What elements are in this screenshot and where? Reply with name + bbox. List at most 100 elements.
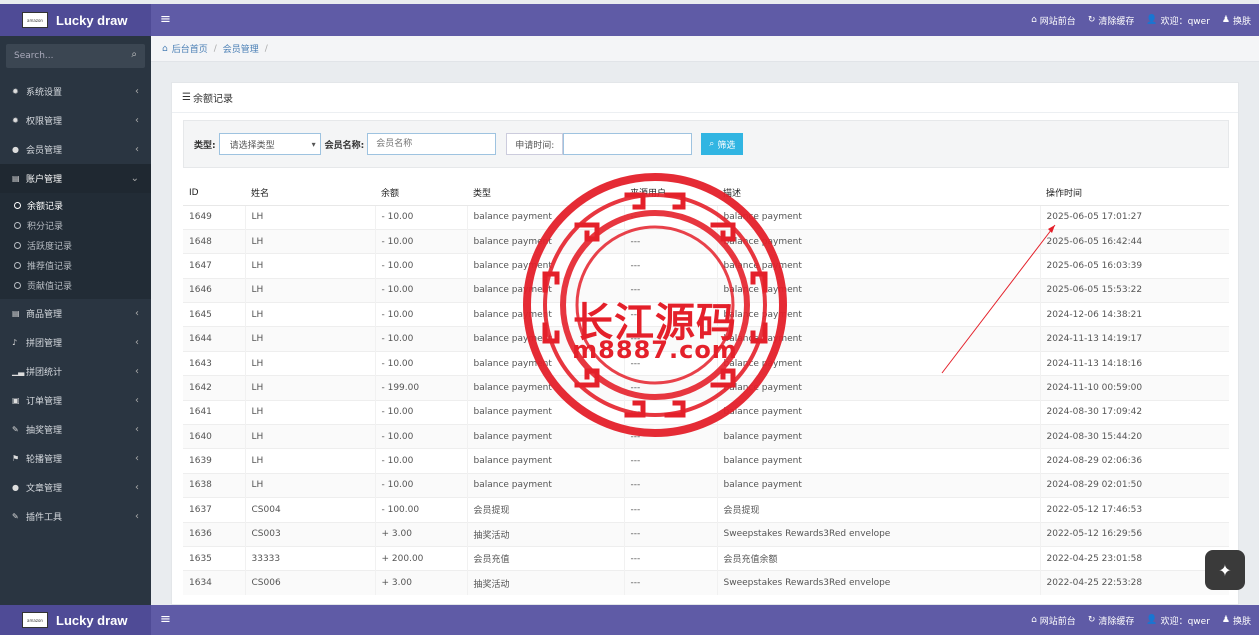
table-row: 1640 LH - 10.00 balance payment --- balance p… bbox=[183, 424, 1229, 449]
top-navbar: amazon Lucky draw ≡ ⌂ 网站前台 ↻ 清除缓存 👤 欢迎：qwer… bbox=[0, 4, 1259, 36]
home-icon: ⌂ bbox=[162, 43, 168, 54]
table-header-row: ID 姓名 余额 类型 来源用户 描述 操作时间 bbox=[183, 181, 1229, 206]
table-cell: 2022-05-12 17:46:53 bbox=[1039, 497, 1229, 523]
sidebar-item-system[interactable]: ✹ 系统设置 ‹ bbox=[0, 77, 151, 106]
breadcrumb-section[interactable]: 会员管理 bbox=[223, 42, 259, 55]
table-cell: Sweepstakes Rewards3Red envelope bbox=[716, 570, 1040, 596]
sidebar-subitem-balance[interactable]: 余额记录 bbox=[0, 195, 151, 215]
table-cell: 1646 bbox=[183, 277, 245, 303]
sidebar-subitem-points[interactable]: 积分记录 bbox=[0, 215, 151, 235]
clear-cache-link[interactable]: ↻ 清除缓存 bbox=[1088, 14, 1135, 27]
table-cell: --- bbox=[623, 302, 717, 327]
chevron-down-icon: ⌄ bbox=[130, 173, 139, 184]
hamburger-icon[interactable]: ≡ bbox=[160, 612, 171, 627]
table-cell: LH bbox=[244, 399, 375, 425]
column-header: 类型 bbox=[467, 181, 624, 206]
table-cell: balance payment bbox=[466, 424, 624, 449]
user-menu[interactable]: 👤 欢迎：qwer bbox=[1146, 614, 1210, 627]
chevron-left-icon: ‹ bbox=[135, 424, 139, 435]
frontend-link[interactable]: ⌂ 网站前台 bbox=[1031, 14, 1076, 27]
table-cell: balance payment bbox=[466, 277, 624, 303]
table-row: 1641 LH - 10.00 balance payment --- balance p… bbox=[183, 399, 1229, 425]
brand-name: Lucky draw bbox=[56, 612, 128, 628]
type-label: 类型: bbox=[194, 140, 216, 151]
sidebar-subitem-contribution[interactable]: 贡献值记录 bbox=[0, 275, 151, 295]
skin-link[interactable]: ♟ 换肤 bbox=[1222, 14, 1251, 27]
member-label: 会员名称: bbox=[324, 140, 365, 151]
table-cell: --- bbox=[623, 204, 717, 230]
user-icon: ♟ bbox=[1221, 615, 1230, 625]
brand[interactable]: amazon Lucky draw bbox=[0, 4, 151, 36]
circle-icon bbox=[14, 261, 21, 269]
sidebar-subitem-referral[interactable]: 推荐值记录 bbox=[0, 255, 151, 275]
comments-icon: ● bbox=[12, 483, 19, 492]
apply-time-input[interactable] bbox=[563, 133, 693, 155]
chevron-left-icon: ‹ bbox=[135, 308, 139, 319]
sidebar-item-carousel[interactable]: ⚑ 轮播管理 ‹ bbox=[0, 444, 151, 473]
money-icon: ▣ bbox=[12, 396, 20, 405]
sidebar-item-orders[interactable]: ▣ 订单管理 ‹ bbox=[0, 386, 151, 415]
table-cell: Sweepstakes Rewards3Red envelope bbox=[716, 521, 1040, 547]
sidebar-item-plugins[interactable]: ✎ 插件工具 ‹ bbox=[0, 502, 151, 531]
breadcrumb-home[interactable]: 后台首页 bbox=[172, 42, 208, 55]
chevron-down-icon: ▾ bbox=[311, 139, 316, 149]
sidebar-search-input[interactable] bbox=[14, 51, 114, 61]
filter-bar: 类型: 请选择类型 ▾ 会员名称: 申请时间: ⌕ 筛选 bbox=[183, 120, 1229, 168]
table-cell: balance payment bbox=[466, 204, 624, 230]
sidebar-item-articles[interactable]: ● 文章管理 ‹ bbox=[0, 473, 151, 502]
table-cell: - 10.00 bbox=[374, 253, 467, 279]
sidebar-item-accounts[interactable]: ▤ 账户管理 ⌄ bbox=[0, 164, 151, 193]
brand-name: Lucky draw bbox=[56, 12, 128, 28]
sidebar: ⌕ ✹系统设置‹ ✹权限管理‹ ●会员管理‹ ▤账户管理⌄ 余额记录 积分记录 … bbox=[0, 36, 151, 605]
table-cell: 2024-08-29 02:01:50 bbox=[1039, 472, 1229, 498]
sidebar-item-group-stats[interactable]: ▁▃ 拼团统计 ‹ bbox=[0, 357, 151, 386]
sidebar-item-lottery[interactable]: ✎ 抽奖管理 ‹ bbox=[0, 415, 151, 444]
sidebar-item-group-buy[interactable]: ♪ 拼团管理 ‹ bbox=[0, 328, 151, 357]
sidebar-item-permissions[interactable]: ✹ 权限管理 ‹ bbox=[0, 106, 151, 135]
chevron-left-icon: ‹ bbox=[135, 337, 139, 348]
table-cell: 抽奖活动 bbox=[466, 521, 624, 547]
filter-button[interactable]: ⌕ 筛选 bbox=[701, 133, 744, 155]
table-cell: 会员充值余额 bbox=[716, 545, 1040, 571]
column-header: 姓名 bbox=[245, 181, 375, 206]
table-cell: --- bbox=[623, 570, 717, 596]
skin-link[interactable]: ♟ 换肤 bbox=[1222, 614, 1251, 627]
table-cell: 1638 bbox=[183, 472, 245, 498]
table-cell: --- bbox=[623, 228, 717, 254]
table-cell: - 10.00 bbox=[374, 399, 467, 425]
magic-wand-button[interactable]: ✦ bbox=[1205, 550, 1245, 590]
member-name-input[interactable] bbox=[367, 133, 497, 155]
table-cell: + 200.00 bbox=[374, 545, 467, 571]
table-cell: LH bbox=[244, 448, 375, 474]
type-select[interactable]: 请选择类型 ▾ bbox=[218, 133, 321, 155]
search-icon[interactable]: ⌕ bbox=[131, 49, 137, 60]
hamburger-icon[interactable]: ≡ bbox=[160, 12, 171, 27]
frontend-link[interactable]: ⌂ 网站前台 bbox=[1031, 614, 1076, 627]
table-cell: LH bbox=[244, 228, 375, 254]
sidebar-subitem-activity[interactable]: 活跃度记录 bbox=[0, 235, 151, 255]
table-cell: --- bbox=[623, 521, 717, 547]
user-menu[interactable]: 👤 欢迎：qwer bbox=[1146, 14, 1210, 27]
table-cell: balance payment bbox=[716, 424, 1040, 449]
breadcrumb-separator: / bbox=[264, 43, 268, 54]
column-header: 操作时间 bbox=[1040, 181, 1229, 206]
table-cell: LH bbox=[244, 253, 375, 279]
circle-icon bbox=[14, 221, 21, 229]
sidebar-item-products[interactable]: ▤ 商品管理 ‹ bbox=[0, 299, 151, 328]
table-cell: 会员提现 bbox=[466, 497, 624, 523]
table-row: 1635 33333 + 200.00 会员充值 --- 会员充值余额 2022-04-25… bbox=[183, 545, 1229, 571]
table-cell: - 10.00 bbox=[374, 228, 467, 254]
table-cell: --- bbox=[623, 253, 717, 279]
table-row: 1634 CS006 + 3.00 抽奖活动 --- Sweepstakes Reward… bbox=[183, 570, 1229, 596]
sidebar-item-members[interactable]: ● 会员管理 ‹ bbox=[0, 135, 151, 164]
table-cell: --- bbox=[623, 424, 717, 449]
clear-cache-link[interactable]: ↻ 清除缓存 bbox=[1088, 614, 1135, 627]
table-cell: LH bbox=[244, 326, 375, 352]
brand[interactable]: amazon Lucky draw bbox=[0, 605, 151, 635]
column-header: 余额 bbox=[375, 181, 467, 206]
table-cell: + 3.00 bbox=[374, 570, 467, 596]
table-cell: 1643 bbox=[183, 350, 245, 376]
table-cell: CS004 bbox=[244, 497, 375, 523]
table-cell: - 10.00 bbox=[374, 448, 467, 474]
table-cell: 1644 bbox=[183, 326, 245, 352]
